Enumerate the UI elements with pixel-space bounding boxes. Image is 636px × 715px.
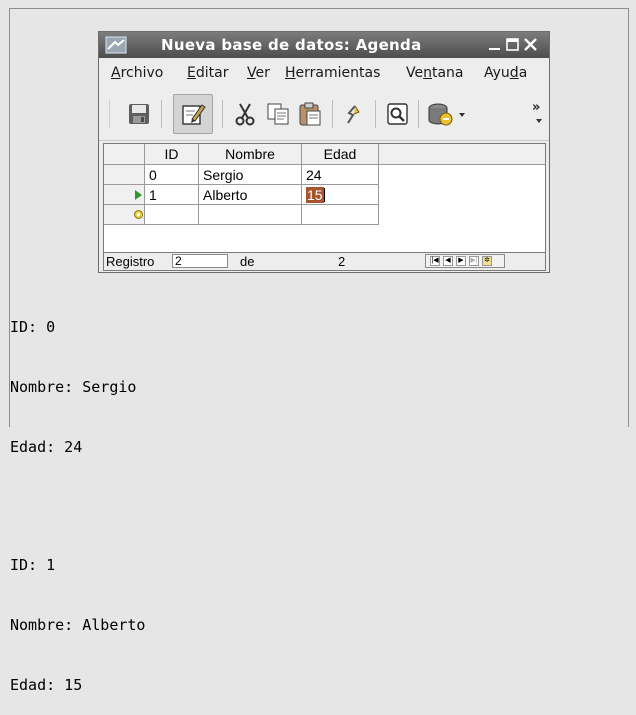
column-header-id[interactable]: ID [145, 144, 199, 165]
toolbar-separator [161, 100, 162, 128]
menu-ver[interactable]: Ver [247, 65, 270, 81]
toolbar-separator [222, 100, 223, 128]
menu-ayuda[interactable]: Ayuda [484, 65, 527, 81]
table-cell-nombre[interactable]: Alberto [199, 185, 302, 205]
table-cell-new[interactable] [145, 205, 199, 225]
record-label: Registro [106, 254, 155, 269]
row-header[interactable] [104, 165, 145, 185]
first-record-icon[interactable]: |◀ [430, 256, 440, 266]
record-total: 2 [338, 254, 346, 269]
save-icon[interactable] [126, 101, 152, 127]
console-output: ID: 0 Nombre: Sergio Edad: 24 ID: 1 Nomb… [10, 277, 145, 715]
toolbar-overflow-button[interactable]: » [532, 100, 540, 115]
menu-archivo[interactable]: Archivo [111, 65, 163, 81]
console-line: Nombre: Sergio [10, 378, 137, 396]
table-cell-id[interactable]: 1 [145, 185, 199, 205]
console-line: Nombre: Alberto [10, 616, 146, 634]
frame-border-top [9, 8, 629, 9]
grid-corner [104, 144, 145, 165]
toolbar-grip[interactable] [109, 100, 110, 128]
text-cursor [323, 188, 325, 202]
table-cell-edad-editing[interactable]: 15 [302, 185, 379, 205]
chevron-down-icon[interactable] [458, 112, 466, 118]
table-cell-new[interactable] [302, 205, 379, 225]
undo-icon[interactable] [340, 101, 366, 127]
console-line: Edad: 15 [10, 676, 83, 694]
new-record-button-icon[interactable]: ✲ [482, 256, 492, 266]
previous-record-icon[interactable]: ◀ [443, 256, 453, 266]
database-window: Nueva base de datos: Agenda Archivo Edit… [98, 31, 550, 273]
console-line: ID: 1 [10, 556, 56, 574]
column-header-nombre[interactable]: Nombre [199, 144, 302, 165]
cut-icon[interactable] [232, 101, 258, 127]
window-menu-icon[interactable] [105, 36, 127, 54]
table-cell-nombre[interactable]: Sergio [199, 165, 302, 185]
row-header-current[interactable] [104, 185, 145, 205]
copy-icon[interactable] [265, 101, 291, 127]
table-cell-id[interactable]: 0 [145, 165, 199, 185]
table-cell-edad[interactable]: 24 [302, 165, 379, 185]
console-line: Edad: 24 [10, 438, 83, 456]
table-cell-new[interactable] [199, 205, 302, 225]
paste-icon[interactable] [297, 101, 323, 127]
toolbar-separator [375, 100, 376, 128]
toolbar-separator [418, 100, 419, 128]
record-number-field[interactable]: 2 [172, 254, 228, 268]
current-record-arrow-icon [135, 190, 142, 200]
frame-border-right [628, 8, 629, 427]
new-record-icon [134, 210, 143, 219]
overflow-chevron-icon[interactable] [535, 118, 543, 124]
minimize-icon[interactable] [487, 37, 502, 52]
data-grid[interactable]: ID Nombre Edad 0 Sergio 24 1 Alberto 15 [103, 143, 546, 271]
toolbar-separator [332, 100, 333, 128]
find-icon[interactable] [385, 101, 411, 127]
data-source-icon[interactable] [427, 101, 453, 127]
close-icon[interactable] [523, 37, 538, 52]
window-title: Nueva base de datos: Agenda [161, 36, 422, 54]
next-record-icon[interactable]: ▶ [456, 256, 466, 266]
column-header-edad[interactable]: Edad [302, 144, 379, 165]
toolbar: » [99, 88, 549, 141]
column-header-empty [379, 144, 545, 165]
row-header-new[interactable] [104, 205, 145, 225]
console-line: ID: 0 [10, 318, 56, 336]
title-bar[interactable]: Nueva base de datos: Agenda [99, 32, 549, 58]
menu-ventana[interactable]: Ventana [406, 65, 464, 81]
edit-icon[interactable] [180, 101, 206, 127]
menu-herramientas[interactable]: Herramientas [285, 65, 380, 81]
last-record-icon[interactable]: ▶| [469, 256, 479, 266]
record-navigation-bar: Registro 2 de 2 |◀ ◀ ▶ ▶| ✲ [104, 252, 545, 270]
record-nav-buttons: |◀ ◀ ▶ ▶| ✲ [425, 254, 505, 268]
maximize-icon[interactable] [505, 37, 520, 52]
record-of-label: de [240, 254, 255, 269]
menu-editar[interactable]: Editar [187, 65, 228, 81]
menu-bar: Archivo Editar Ver Herramientas Ventana … [99, 58, 549, 88]
selected-text: 15 [306, 187, 324, 203]
